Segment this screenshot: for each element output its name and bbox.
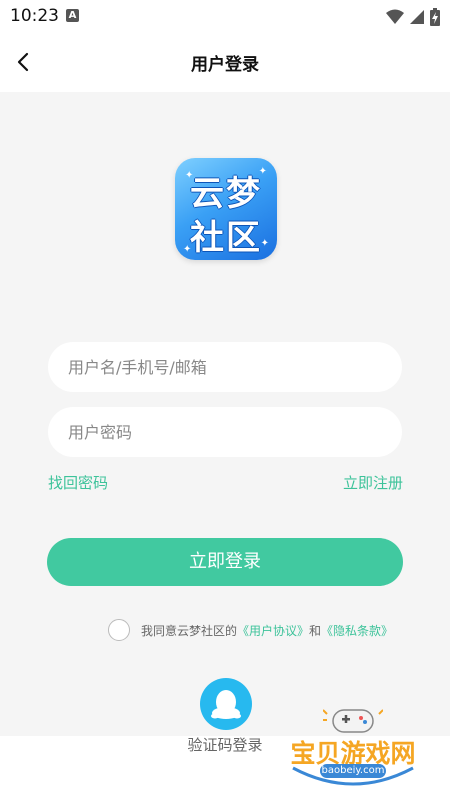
watermark-url: baobeiy.com (320, 764, 386, 778)
agreement-conjunction: 和 (309, 624, 322, 638)
page-title: 用户登录 (191, 55, 259, 75)
wifi-icon (385, 9, 404, 24)
forgot-password-link[interactable]: 找回密码 (48, 472, 108, 493)
agreement-checkbox[interactable] (108, 619, 130, 641)
password-input[interactable] (48, 407, 402, 457)
sms-login-button[interactable] (200, 678, 252, 730)
username-input[interactable] (48, 342, 402, 392)
login-button[interactable]: 立即登录 (47, 538, 403, 586)
status-icons (385, 6, 440, 26)
notification-a-icon: A (66, 9, 79, 22)
logo-text-line2: 社区 (190, 218, 262, 258)
app-logo: ✦ ✦ ✦ ✦ 云梦 社区 (175, 158, 277, 260)
logo-text-line1: 云梦 (190, 174, 262, 214)
agreement-text: 我同意云梦社区的《用户协议》和《隐私条款》 (141, 622, 393, 639)
qq-penguin-icon (211, 690, 241, 719)
watermark: 宝贝游戏网 baobeiy.com (273, 704, 433, 794)
register-link[interactable]: 立即注册 (343, 472, 403, 493)
status-time: 10:23 (10, 6, 59, 26)
top-app-bar: 用户登录 (0, 32, 450, 92)
agreement-prefix: 我同意云梦社区的 (141, 624, 238, 638)
status-bar: 10:23 A (0, 0, 450, 32)
battery-icon (430, 7, 440, 26)
privacy-policy-link[interactable]: 《隐私条款》 (321, 624, 393, 638)
user-agreement-link[interactable]: 《用户协议》 (237, 624, 309, 638)
signal-icon (409, 9, 424, 24)
